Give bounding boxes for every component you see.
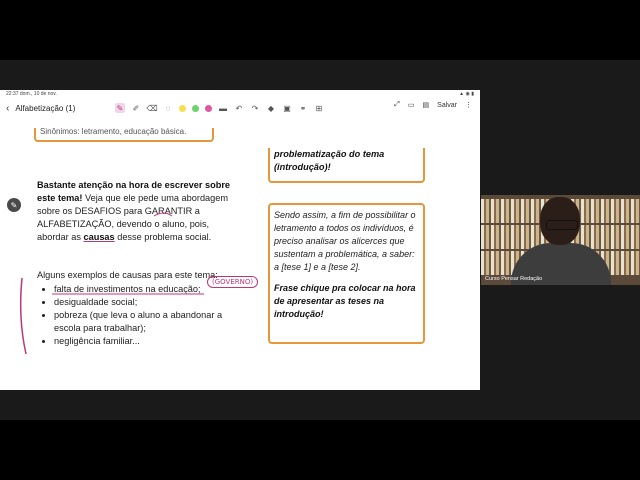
link-icon[interactable]: ⚭ [298,103,308,113]
color-yellow[interactable] [179,104,186,112]
note-canvas[interactable]: ✎ Sinônimos: letramento, educação básica… [4,118,480,390]
status-bar: 22:37 dom., 10 de nov. ▲ ◉ ▮ [0,90,480,98]
webcam-feed: Curso Pensar Redação [481,195,640,285]
image-icon[interactable]: ▣ [282,103,292,113]
eraser-icon[interactable]: ⌫ [146,103,157,113]
highlighter-icon[interactable]: ✐ [131,103,141,113]
thesis-box: Sendo assim, a fim de possibilitar o let… [268,203,425,344]
more-icon[interactable]: ⋮ [465,101,472,109]
status-date: dom., 10 de nov. [19,91,57,97]
webcam-label: Curso Pensar Redação [485,276,543,282]
drawing-toolbar: ✎ ✐ ⌫ ◌ ▬ ↶ ↷ ◆ ▣ ⚭ ⊞ [115,101,324,115]
back-arrow-icon[interactable]: ‹ [6,103,9,114]
glasses-icon [546,220,578,230]
page-icon[interactable]: ▤ [423,101,430,109]
shape-icon[interactable]: ◆ [266,103,276,113]
status-time: 22:37 [6,91,19,97]
expand-icon[interactable]: ⤢ [394,101,400,109]
note-title: Alfabetização (1) [15,103,76,113]
undo-icon[interactable]: ↶ [234,103,244,113]
ink-bracket [19,277,27,355]
right-toolbar: ⤢ ▭ ▤ Salvar ⋮ [394,101,472,109]
redo-icon[interactable]: ↷ [250,103,260,113]
thesis-text: Sendo assim, a fim de possibilitar o let… [274,210,416,272]
notes-app: 22:37 dom., 10 de nov. ▲ ◉ ▮ ‹ Alfabetiz… [0,90,480,390]
ink-circle [153,212,173,217]
problem-box: problematização do tema (introdução)! [268,148,425,183]
color-pink[interactable] [205,104,212,112]
line-width-icon[interactable]: ▬ [218,103,228,113]
color-green[interactable] [192,104,199,112]
status-icons: ▲ ◉ ▮ [459,91,474,97]
save-button[interactable]: Salvar [437,102,457,109]
thesis-tip: Frase chique pra colocar na hora de apre… [274,283,416,319]
pen-icon[interactable]: ✎ [115,103,125,113]
lasso-icon[interactable]: ◌ [163,103,173,113]
read-mode-icon[interactable]: ▭ [408,101,415,109]
grid-icon[interactable]: ⊞ [314,103,324,113]
